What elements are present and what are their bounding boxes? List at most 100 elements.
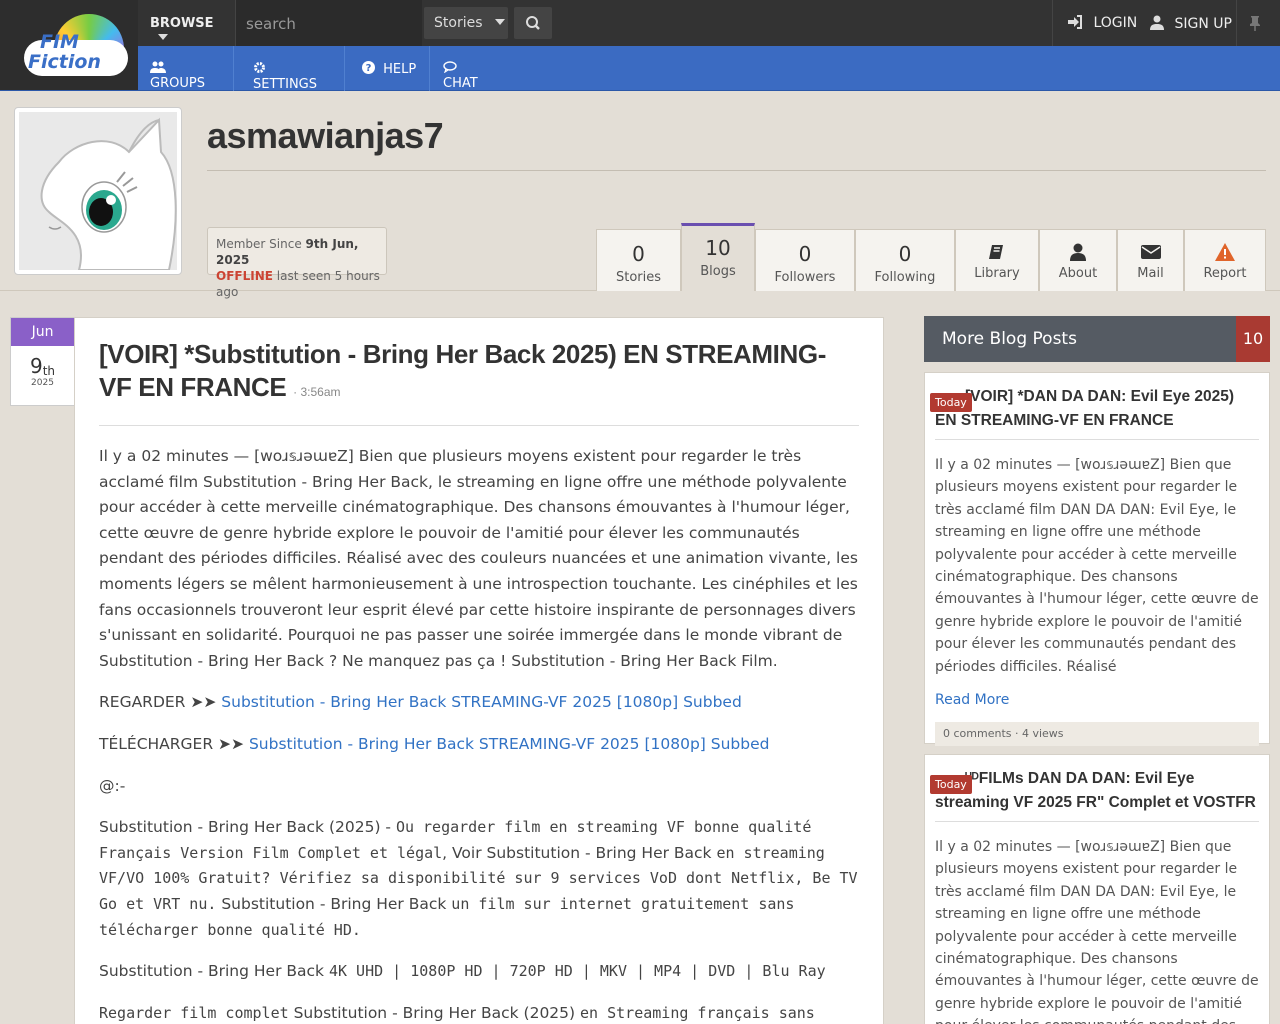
more-blog-posts-heading: More Blog Posts	[924, 316, 1236, 362]
chevron-down-icon	[494, 19, 505, 25]
blog-card-header: Today [VOIR] *DAN DA DAN: Evil Eye 2025)…	[930, 385, 1259, 433]
sign-in-icon	[1068, 15, 1082, 29]
pony-icon	[40, 117, 177, 270]
users-icon	[150, 61, 166, 73]
post-date-badge: Jun 9th 2025	[10, 317, 75, 406]
download-label: TÉLÉCHARGER ➤➤	[99, 734, 245, 753]
avatar[interactable]	[14, 107, 182, 275]
search-button[interactable]	[514, 7, 552, 39]
site-logo[interactable]: FIM Fiction	[0, 0, 138, 90]
pony-avatar-image	[19, 112, 177, 270]
card-divider	[935, 439, 1259, 440]
login-button[interactable]: LOGIN	[1052, 0, 1140, 46]
post-paragraph: Substitution - Bring Her Back 4K UHD | 1…	[99, 962, 826, 981]
login-label: LOGIN	[1093, 15, 1138, 31]
blog-card-title[interactable]: ᴴᴰFILMs DAN DA DAN: Evil Eye streaming V…	[935, 767, 1259, 815]
search-scope-label: Stories	[434, 15, 483, 31]
tab-blogs-label: Blogs	[700, 264, 736, 279]
search-input[interactable]: search	[236, 0, 422, 46]
blog-card-excerpt: Il y a 02 minutes — [woɹ𝕤ɹəɯɐZ] Bien que…	[935, 839, 1259, 1024]
header-divider	[207, 170, 1266, 171]
question-circle-icon: ?	[362, 61, 375, 74]
nav-help-label: HELP	[383, 62, 417, 77]
nav-groups-label: GROUPS	[150, 76, 205, 91]
tab-mail-label: Mail	[1137, 266, 1164, 281]
browse-menu[interactable]: BROWSE	[138, 0, 236, 46]
search-scope-select[interactable]: Stories	[424, 7, 508, 39]
member-info: Member Since 9th Jun, 2025 OFFLINE last …	[207, 227, 387, 299]
nav-chat-label: CHAT	[443, 76, 478, 91]
profile-header: asmawianjas7 Member Since 9th Jun, 2025 …	[0, 91, 1280, 299]
today-badge: Today	[930, 393, 972, 412]
post-paragraph: Substitution - Bring Her Back (2025) - O…	[99, 818, 858, 939]
tab-followers-count: 0	[798, 242, 812, 266]
pin-icon	[1250, 16, 1260, 31]
blog-card-meta: 0 comments · 4 views	[935, 722, 1259, 747]
nav-groups[interactable]: GROUPS	[138, 46, 234, 91]
tab-stories-label: Stories	[615, 270, 662, 285]
tab-about-label: About	[1058, 266, 1098, 281]
tab-about[interactable]: About	[1039, 229, 1117, 291]
post-body: Il y a 02 minutes — [woɹ𝕤ɹəɯɐZ] Bien que…	[99, 444, 859, 1024]
browse-label: BROWSE	[150, 16, 214, 31]
post-paragraph: Regarder film complet Substitution - Bri…	[99, 1003, 815, 1022]
top-bar: BROWSE search Stories LOGIN SIGN UP	[0, 0, 1280, 46]
post-month: Jun	[11, 318, 74, 346]
tab-blogs[interactable]: 10 Blogs	[681, 223, 755, 291]
user-icon	[1070, 243, 1086, 261]
logo-text: FIM Fiction	[28, 31, 101, 73]
blog-card-title[interactable]: [VOIR] *DAN DA DAN: Evil Eye 2025) EN ST…	[935, 385, 1259, 433]
book-icon	[989, 245, 1003, 259]
user-icon	[1150, 15, 1164, 30]
profile-username: asmawianjas7	[207, 115, 444, 156]
download-link[interactable]: Substitution - Bring Her Back STREAMING-…	[249, 735, 770, 753]
secondary-nav: GROUPS SETTINGS ? HELP CHAT	[0, 46, 1280, 92]
nav-help[interactable]: ? HELP	[350, 46, 430, 91]
tab-mail[interactable]: Mail	[1117, 229, 1184, 291]
tab-followers-label: Followers	[774, 270, 836, 285]
watch-line: REGARDER ➤➤ Substitution - Bring Her Bac…	[99, 690, 859, 716]
post-title-text[interactable]: [VOIR] *Substitution - Bring Her Back 20…	[99, 339, 826, 402]
chat-icon	[443, 61, 457, 74]
watch-label: REGARDER ➤➤	[99, 693, 217, 712]
tab-report-label: Report	[1203, 266, 1247, 281]
blog-post: [VOIR] *Substitution - Bring Her Back 20…	[74, 317, 884, 1024]
separator-text: @:-	[99, 776, 126, 795]
read-more-link[interactable]: Read More	[935, 692, 1259, 708]
nav-settings[interactable]: SETTINGS	[241, 46, 345, 92]
signup-button[interactable]: SIGN UP	[1140, 0, 1236, 46]
tab-following[interactable]: 0 Following	[855, 229, 955, 291]
blog-card: Today ᴴᴰFILMs DAN DA DAN: Evil Eye strea…	[924, 754, 1270, 1024]
svg-text:?: ?	[366, 63, 372, 74]
blog-count-badge: 10	[1236, 316, 1270, 362]
tab-library-label: Library	[974, 266, 1020, 281]
post-time: · 3:56am	[293, 385, 341, 399]
tab-following-label: Following	[874, 270, 936, 285]
nav-chat[interactable]: CHAT	[431, 46, 509, 91]
post-day: 9th	[29, 354, 56, 378]
download-line: TÉLÉCHARGER ➤➤ Substitution - Bring Her …	[99, 732, 859, 758]
tab-following-count: 0	[898, 242, 912, 266]
post-title: [VOIR] *Substitution - Bring Her Back 20…	[99, 338, 839, 409]
tab-stories[interactable]: 0 Stories	[596, 229, 681, 291]
fimfiction-logo: FIM Fiction	[24, 14, 128, 78]
tab-stories-count: 0	[632, 242, 645, 266]
today-badge: Today	[930, 775, 972, 794]
blog-card: Today [VOIR] *DAN DA DAN: Evil Eye 2025)…	[924, 372, 1270, 747]
tab-library[interactable]: Library	[955, 229, 1039, 291]
blog-card-excerpt: Il y a 02 minutes — [woɹ𝕤ɹəɯɐZ] Bien que…	[935, 457, 1259, 675]
pin-button[interactable]	[1236, 0, 1280, 46]
post-divider	[99, 425, 859, 426]
blog-card-header: Today ᴴᴰFILMs DAN DA DAN: Evil Eye strea…	[930, 767, 1259, 815]
tab-blogs-count: 10	[705, 236, 731, 260]
watch-link[interactable]: Substitution - Bring Her Back STREAMING-…	[221, 693, 742, 711]
card-divider	[935, 821, 1259, 822]
envelope-icon	[1140, 245, 1161, 259]
post-year: 2025	[31, 378, 54, 388]
warning-icon	[1215, 243, 1235, 261]
nav-settings-label: SETTINGS	[253, 77, 318, 92]
tab-report[interactable]: Report	[1184, 229, 1266, 291]
member-since-label: Member Since	[216, 237, 302, 251]
signup-label: SIGN UP	[1174, 16, 1232, 32]
tab-followers[interactable]: 0 Followers	[755, 229, 855, 291]
